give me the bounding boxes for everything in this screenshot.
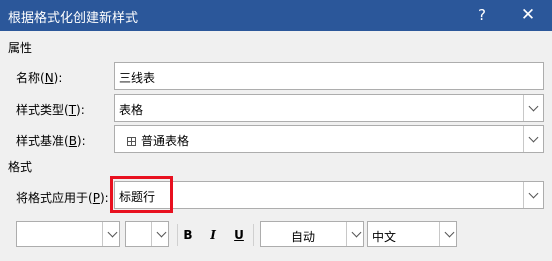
font-size-dropdown[interactable] xyxy=(125,221,169,247)
help-button[interactable]: ? xyxy=(467,3,497,27)
chevron-down-icon[interactable] xyxy=(523,182,543,208)
close-button[interactable]: ✕ xyxy=(513,3,543,27)
font-color-value: 自动 xyxy=(291,230,316,244)
title-bar: 根据格式化创建新样式 ? ✕ xyxy=(0,0,552,31)
name-label: 名称(N): xyxy=(16,71,63,85)
chevron-down-icon[interactable] xyxy=(523,126,543,152)
style-type-value: 表格 xyxy=(119,103,144,117)
chevron-down-icon[interactable] xyxy=(346,222,363,246)
apply-to-label: 将格式应用于(P): xyxy=(16,191,109,205)
style-base-label: 样式基准(B): xyxy=(16,134,86,148)
apply-to-dropdown[interactable]: 标题行 xyxy=(114,181,544,209)
font-name-dropdown[interactable] xyxy=(16,221,120,247)
bold-button[interactable]: B xyxy=(178,225,198,245)
dialog-title: 根据格式化创建新样式 xyxy=(8,11,139,26)
properties-section-label: 属性 xyxy=(8,41,33,55)
chevron-down-icon[interactable] xyxy=(523,95,543,121)
chevron-down-icon[interactable] xyxy=(151,222,168,246)
underline-button[interactable]: U xyxy=(229,225,249,245)
table-grid-icon xyxy=(127,137,136,146)
style-type-label: 样式类型(T): xyxy=(16,103,85,117)
toolbar-divider xyxy=(253,224,254,246)
highlight-box xyxy=(110,176,173,213)
name-input[interactable]: 三线表 xyxy=(114,62,544,90)
name-value: 三线表 xyxy=(119,71,156,85)
script-value: 中文 xyxy=(372,230,397,244)
italic-button[interactable]: I xyxy=(203,225,223,245)
chevron-down-icon[interactable] xyxy=(102,222,119,246)
style-base-dropdown[interactable]: 普通表格 xyxy=(114,125,544,153)
style-base-value: 普通表格 xyxy=(141,134,190,148)
chevron-down-icon[interactable] xyxy=(439,222,456,246)
format-section-label: 格式 xyxy=(8,160,33,174)
font-color-dropdown[interactable]: 自动 xyxy=(260,221,364,247)
script-dropdown[interactable]: 中文 xyxy=(367,221,457,247)
style-type-dropdown[interactable]: 表格 xyxy=(114,94,544,122)
